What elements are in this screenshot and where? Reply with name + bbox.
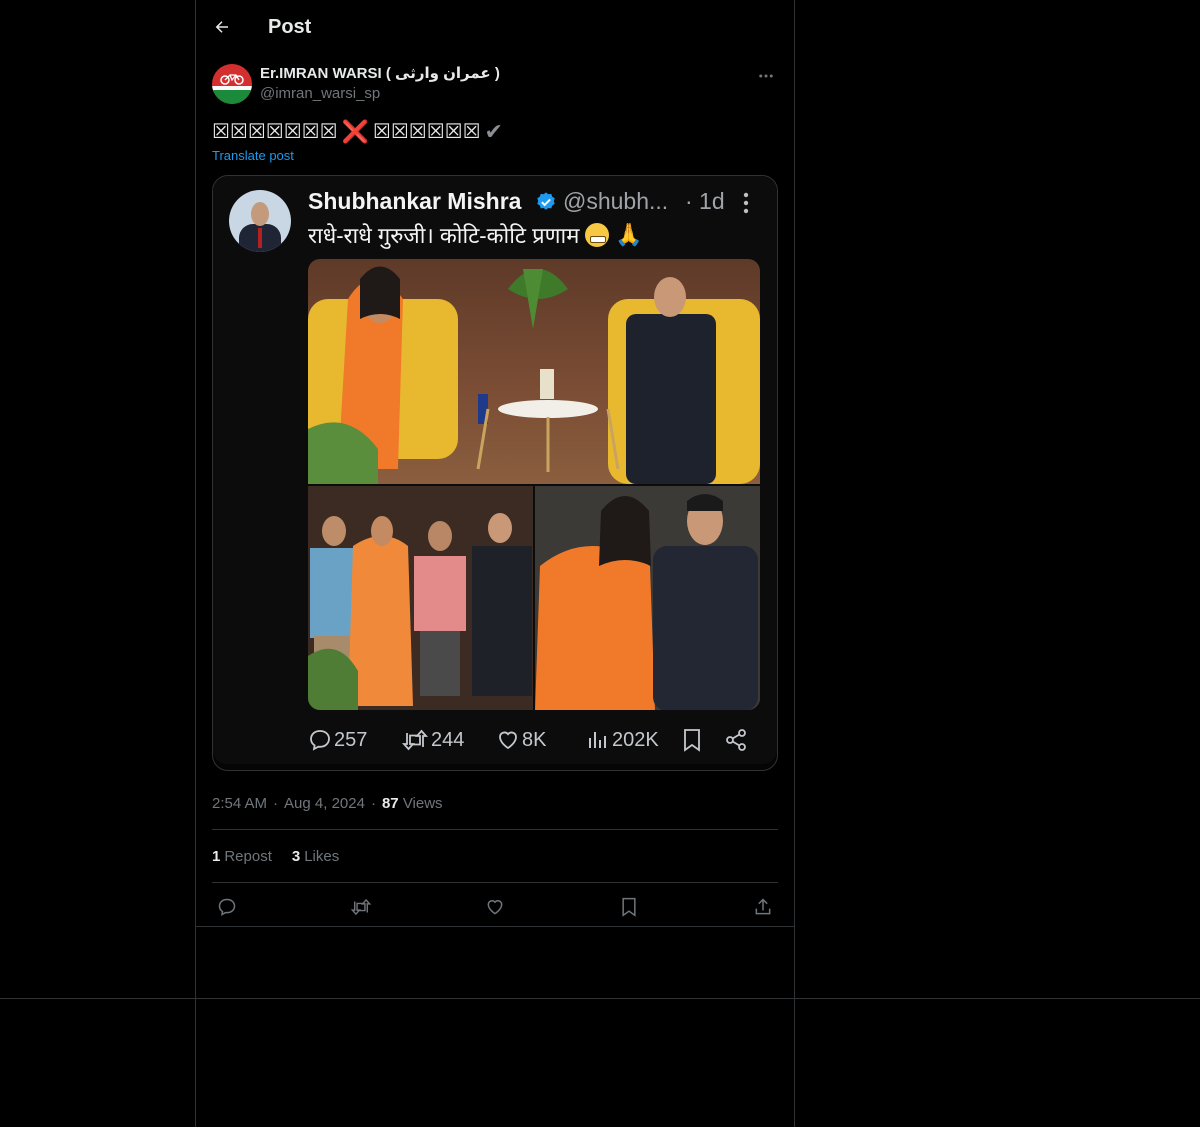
likes-count: 3 [291, 847, 301, 865]
main-column: Post Er.IMRAN WARSI ( عمران وارثی ) @imr… [196, 0, 794, 931]
repost-icon [401, 729, 429, 751]
post-bottom-border [196, 926, 794, 927]
author-names: Er.IMRAN WARSI ( عمران وارثی ) @imran_wa… [260, 64, 500, 104]
post-text-part2: ☒☒☒☒☒☒ [372, 121, 481, 143]
bicycle-icon [220, 74, 244, 85]
repost-icon [350, 898, 372, 916]
embedded-author-handle: @shubh... [563, 188, 669, 214]
post-media-image[interactable]: Shubhankar Mishra @shubh... · 1d राधे-रा… [212, 175, 778, 771]
repost-button[interactable] [350, 896, 372, 918]
like-button[interactable] [484, 896, 506, 918]
embedded-timestamp: · 1d [685, 188, 725, 214]
author-display-name[interactable]: Er.IMRAN WARSI ( عمران وارثی ) [260, 64, 500, 84]
page-header: Post [196, 0, 794, 54]
more-horizontal-icon [759, 74, 773, 78]
embedded-author-name: Shubhankar Mishra [308, 188, 522, 214]
views-label: Views [402, 794, 443, 812]
embedded-views: 202K [586, 728, 659, 752]
reply-button[interactable] [216, 896, 238, 918]
post-date[interactable]: Aug 4, 2024 [284, 795, 365, 812]
heart-icon [487, 900, 503, 915]
post-time[interactable]: 2:54 AM [212, 795, 267, 812]
reply-icon [218, 898, 236, 916]
photo-duo [535, 486, 760, 710]
post-meta: 2:54 AM · Aug 4, 2024 · 87 Views [212, 794, 443, 812]
engagement-summary: 1 Repost 3 Likes [212, 830, 778, 882]
photo-interview-set [308, 259, 760, 484]
likes-link[interactable]: 3 Likes [292, 848, 339, 865]
reposts-link[interactable]: 1 Repost [212, 848, 272, 865]
embedded-screenshot: Shubhankar Mishra @shubh... · 1d राधे-रा… [213, 176, 777, 764]
arrow-left-icon [215, 21, 228, 33]
cross-mark-icon: ❌ [341, 119, 369, 144]
author-handle[interactable]: @imran_warsi_sp [260, 84, 500, 104]
back-button[interactable] [212, 17, 232, 37]
likes-label: Likes [304, 847, 340, 865]
embedded-stats: 257 244 8K 202K [308, 726, 760, 754]
post-text-part1: ☒☒☒☒☒☒☒ [212, 121, 338, 143]
embedded-post-text: राधे-राधे गुरुजी। कोटि-कोटि प्रणाम 🙏 [308, 220, 643, 250]
post-views: 87 Views [382, 795, 443, 812]
check-mark-icon: ✔ [484, 119, 503, 144]
translate-post-link[interactable]: Translate post [212, 148, 294, 163]
views-chart-icon [589, 732, 606, 748]
page-title: Post [268, 15, 312, 38]
embedded-reposts: 244 [401, 728, 464, 752]
bookmark-icon [684, 729, 700, 752]
share-button[interactable] [752, 896, 774, 918]
embedded-replies: 257 [308, 728, 367, 752]
bookmark-button[interactable] [618, 896, 640, 918]
repost-count: 1 [212, 847, 221, 865]
embedded-view-count: 202K [612, 728, 659, 751]
more-vertical-icon [743, 192, 749, 214]
heart-icon [499, 731, 517, 750]
avatar[interactable] [212, 64, 252, 104]
post-text: ☒☒☒☒☒☒☒ ❌ ☒☒☒☒☒☒ ✔ [212, 120, 778, 144]
bookmark-icon [622, 897, 636, 917]
embedded-reply-count: 257 [334, 728, 368, 751]
bottom-divider [0, 998, 1200, 999]
embedded-text-content: राधे-राधे गुरुजी। कोटि-कोटि प्रणाम [308, 223, 580, 248]
verified-badge-icon [537, 192, 555, 210]
author-row: Er.IMRAN WARSI ( عمران وارثی ) @imran_wa… [212, 64, 778, 108]
folded-hands-icon: 🙏 [615, 222, 643, 247]
embedded-like-count: 8K [522, 728, 547, 751]
share-icon [726, 729, 746, 751]
post: Er.IMRAN WARSI ( عمران وارثی ) @imran_wa… [196, 64, 794, 931]
views-count: 87 [381, 794, 399, 812]
right-column-border [794, 0, 795, 1127]
action-bar [212, 883, 778, 931]
photo-group [308, 486, 533, 710]
repost-label: Repost [224, 847, 272, 865]
embedded-likes: 8K [496, 728, 546, 752]
reply-icon [310, 730, 330, 751]
grimacing-face-icon [585, 223, 610, 247]
upload-share-icon [755, 898, 771, 915]
embedded-avatar [229, 190, 291, 252]
more-button[interactable] [754, 64, 778, 88]
embedded-repost-count: 244 [431, 728, 465, 751]
